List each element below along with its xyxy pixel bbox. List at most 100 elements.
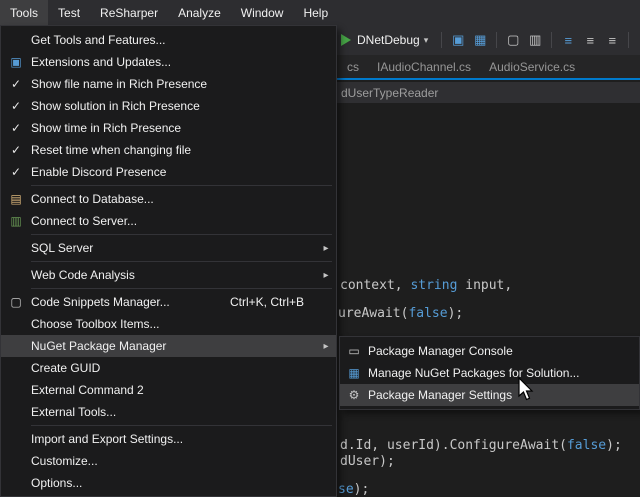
icon-glyph: ≡: [586, 33, 594, 48]
menu-item-label: NuGet Package Manager: [31, 339, 166, 353]
menu-item-web-code-analysis[interactable]: Web Code Analysis ▸: [1, 264, 336, 286]
menubar-tools[interactable]: Tools: [0, 0, 48, 25]
menu-item-customize[interactable]: Customize... ▸: [1, 450, 336, 472]
menu-item-extensions-and-updates[interactable]: ▣ Extensions and Updates... ▸: [1, 51, 336, 73]
icon-glyph: ▣: [452, 32, 464, 48]
nuget-submenu: ▭ Package Manager Console ▦ Manage NuGet…: [339, 336, 640, 410]
mouse-cursor: [518, 377, 536, 403]
submenu-item-label: Manage NuGet Packages for Solution...: [368, 366, 579, 380]
debug-target-dropdown[interactable]: DNetDebug: [357, 33, 420, 47]
menu-item-connect-to-database[interactable]: ▤ Connect to Database... ▸: [1, 188, 336, 210]
snippets-icon: ▢: [1, 295, 31, 309]
tab-iaudiochannel[interactable]: IAudioChannel.cs: [368, 55, 480, 78]
submenu-arrow-icon: ▸: [318, 341, 334, 352]
tab-label: AudioService.cs: [489, 60, 575, 74]
menubar-item-label: Analyze: [178, 6, 221, 20]
start-debug-icon[interactable]: [341, 34, 351, 46]
menu-item-code-snippets-manager[interactable]: ▢ Code Snippets Manager... Ctrl+K, Ctrl+…: [1, 291, 336, 313]
code-line: se);: [338, 482, 369, 497]
database-icon: ▤: [1, 192, 31, 206]
code-line: ureAwait(false);: [338, 306, 463, 322]
check-icon: ✓: [1, 143, 31, 157]
attach-to-process-icon[interactable]: ▣: [448, 30, 468, 50]
menu-item-label: Connect to Server...: [31, 214, 137, 228]
menubar-test[interactable]: Test: [48, 0, 90, 25]
tab-audioservice[interactable]: AudioService.cs: [480, 55, 584, 78]
menu-bar: Tools Test ReSharper Analyze Window Help: [0, 0, 640, 25]
member-dropdown[interactable]: dUserTypeReader: [341, 86, 438, 100]
tab-label: cs: [347, 60, 359, 74]
menu-item-sql-server[interactable]: SQL Server ▸: [1, 237, 336, 259]
packages-icon: ▦: [340, 366, 368, 380]
submenu-arrow-icon: ▸: [318, 270, 334, 281]
menu-item-create-guid[interactable]: Create GUID ▸: [1, 357, 336, 379]
server-icon: ▥: [1, 214, 31, 228]
menu-item-options[interactable]: Options... ▸: [1, 472, 336, 494]
code-line: d.Id, userId).ConfigureAwait(false);: [340, 438, 622, 454]
tools-menu: Get Tools and Features... ▸ ▣ Extensions…: [0, 25, 337, 497]
menu-item-reset-time[interactable]: ✓ Reset time when changing file ▸: [1, 139, 336, 161]
menu-item-label: Extensions and Updates...: [31, 55, 171, 69]
menubar-window[interactable]: Window: [231, 0, 294, 25]
menu-item-label: Import and Export Settings...: [31, 432, 183, 446]
menu-item-label: Get Tools and Features...: [31, 33, 166, 47]
menu-item-show-time[interactable]: ✓ Show time in Rich Presence ▸: [1, 117, 336, 139]
menu-item-label: Connect to Database...: [31, 192, 154, 206]
menu-item-get-tools-and-features[interactable]: Get Tools and Features... ▸: [1, 29, 336, 51]
profiler-icon[interactable]: ▦: [470, 30, 490, 50]
submenu-item-manage-nuget-packages[interactable]: ▦ Manage NuGet Packages for Solution...: [340, 362, 639, 384]
tab-label: IAudioChannel.cs: [377, 60, 471, 74]
menu-item-choose-toolbox-items[interactable]: Choose Toolbox Items... ▸: [1, 313, 336, 335]
code-line: context, string input,: [340, 278, 512, 294]
menubar-item-label: Help: [303, 6, 328, 20]
menubar-analyze[interactable]: Analyze: [168, 0, 231, 25]
check-icon: ✓: [1, 121, 31, 135]
icon-glyph: ▢: [507, 32, 519, 48]
extensions-icon: ▣: [1, 55, 31, 69]
menu-item-show-file-name[interactable]: ✓ Show file name in Rich Presence ▸: [1, 73, 336, 95]
icon-glyph: ≡: [564, 33, 572, 48]
menu-item-external-tools[interactable]: External Tools... ▸: [1, 401, 336, 423]
menu-item-label: Web Code Analysis: [31, 268, 135, 282]
menubar-help[interactable]: Help: [293, 0, 338, 25]
menu-item-label: Code Snippets Manager...: [31, 295, 170, 309]
menubar-item-label: Tools: [10, 6, 38, 20]
menu-item-label: Show file name in Rich Presence: [31, 77, 207, 91]
check-icon: ✓: [1, 77, 31, 91]
comment-lines-icon[interactable]: ≡: [602, 30, 622, 50]
menu-item-nuget-package-manager[interactable]: NuGet Package Manager ▸: [1, 335, 336, 357]
menubar-item-label: Test: [58, 6, 80, 20]
icon-glyph: ≡: [608, 33, 616, 48]
menu-item-enable-discord-presence[interactable]: ✓ Enable Discord Presence ▸: [1, 161, 336, 183]
icon-glyph: ▥: [529, 32, 541, 48]
menu-item-label: Reset time when changing file: [31, 143, 191, 157]
new-query-icon[interactable]: ▢: [503, 30, 523, 50]
line-spacing-icon[interactable]: ≡: [580, 30, 600, 50]
chevron-down-icon[interactable]: ▾: [424, 35, 429, 46]
menubar-resharper[interactable]: ReSharper: [90, 0, 168, 25]
menu-item-connect-to-server[interactable]: ▥ Connect to Server... ▸: [1, 210, 336, 232]
split-view-icon[interactable]: ▥: [525, 30, 545, 50]
gear-icon: ⚙: [340, 388, 368, 402]
tab-partial[interactable]: cs: [338, 55, 368, 78]
menu-item-label: Choose Toolbox Items...: [31, 317, 160, 331]
bookmark-icon[interactable]: ⚑: [635, 30, 640, 50]
console-icon: ▭: [340, 344, 368, 358]
menu-item-show-solution[interactable]: ✓ Show solution in Rich Presence ▸: [1, 95, 336, 117]
menu-item-label: SQL Server: [31, 241, 93, 255]
menu-item-label: External Command 2: [31, 383, 144, 397]
menu-item-label: Show time in Rich Presence: [31, 121, 181, 135]
separator: [441, 32, 442, 48]
line-indent-icon[interactable]: ≡: [558, 30, 578, 50]
check-icon: ✓: [1, 165, 31, 179]
submenu-item-label: Package Manager Settings: [368, 388, 512, 402]
menu-item-external-command-2[interactable]: External Command 2 ▸: [1, 379, 336, 401]
submenu-item-package-manager-settings[interactable]: ⚙ Package Manager Settings: [340, 384, 639, 406]
menu-item-label: Options...: [31, 476, 82, 490]
menu-item-label: Create GUID: [31, 361, 100, 375]
menu-item-import-export-settings[interactable]: Import and Export Settings... ▸: [1, 428, 336, 450]
toolbar-icon-group: ▣ ▦ ▢ ▥: [436, 30, 640, 50]
submenu-arrow-icon: ▸: [318, 243, 334, 254]
submenu-item-package-manager-console[interactable]: ▭ Package Manager Console: [340, 340, 639, 362]
menu-item-label: External Tools...: [31, 405, 116, 419]
